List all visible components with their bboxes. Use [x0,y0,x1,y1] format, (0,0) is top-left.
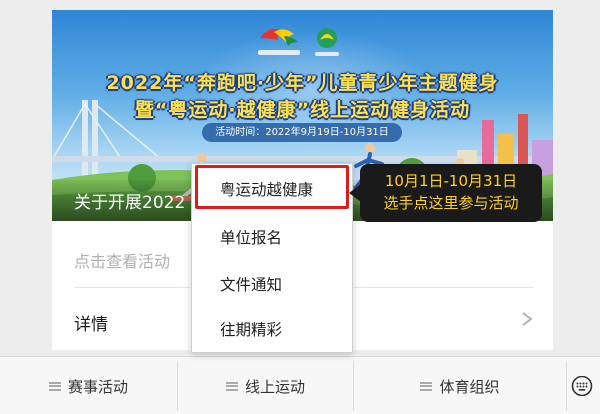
submenu-popup: 粤运动越健康 单位报名 文件通知 往期精彩 [191,163,353,353]
sports-bureau-logo [315,28,339,56]
submenu-item-past-highlights[interactable]: 往期精彩 [192,310,352,350]
official-account-menu-bar: 赛事活动 线上运动 体育组织 [0,356,600,414]
callout-date-line: 10月1日-10月31日 [384,172,518,190]
article-title-caption: 关于开展2022 [74,193,186,213]
menu-item-events[interactable]: 赛事活动 [0,357,177,414]
chevron-right-icon [522,312,533,326]
menu-item-events-label: 赛事活动 [67,377,128,396]
instruction-callout: 10月1日-10月31日 选手点这里参与活动 [360,164,542,222]
submenu-item-yue-sports[interactable]: 粤运动越健康 [192,170,352,210]
menu-item-online-sports-label: 线上运动 [244,377,305,396]
menu-item-sports-orgs-label: 体育组织 [439,377,500,396]
keyboard-icon[interactable] [570,376,594,396]
banner-title-line1: 2022年“奔跑吧·少年”儿童青少年主题健身 [106,72,499,94]
menu-item-online-sports[interactable]: 线上运动 [178,357,353,414]
submenu-item-file-notices[interactable]: 文件通知 [192,265,352,305]
article-summary: 点击查看活动 [74,252,171,271]
menu-lines-icon [420,381,433,391]
menu-lines-icon [48,381,61,391]
menu-separator [566,361,567,411]
running-youth-logo [258,29,300,55]
details-label: 详情 [74,315,108,335]
callout-instruction-line: 选手点这里参与活动 [383,194,519,212]
menu-item-sports-orgs[interactable]: 体育组织 [354,357,566,414]
submenu-item-unit-registration[interactable]: 单位报名 [192,218,352,258]
menu-lines-icon [225,381,238,391]
